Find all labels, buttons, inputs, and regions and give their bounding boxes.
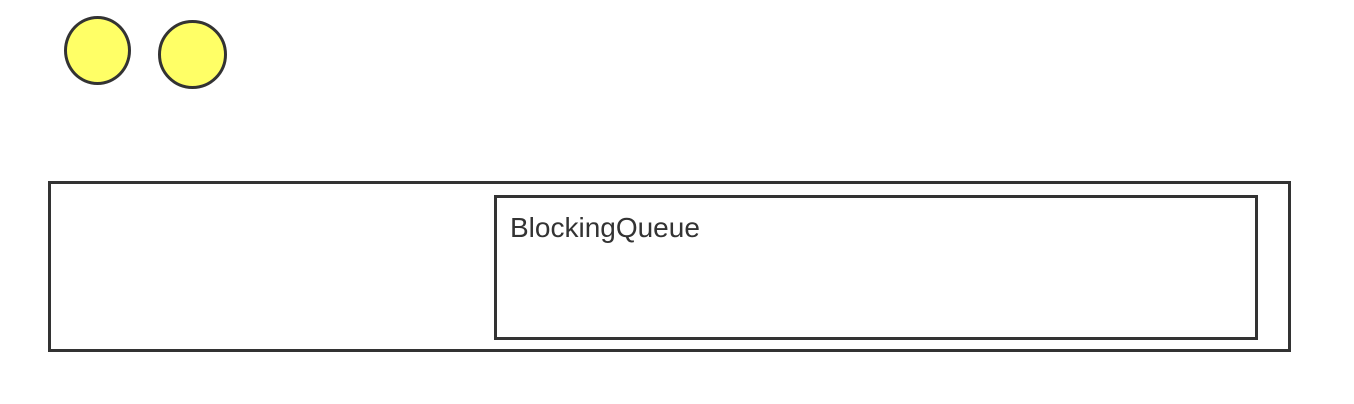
yellow-circle-1 [64,16,131,85]
blocking-queue-box: BlockingQueue [494,195,1258,340]
blocking-queue-label: BlockingQueue [510,212,700,243]
yellow-circle-2 [158,20,227,89]
